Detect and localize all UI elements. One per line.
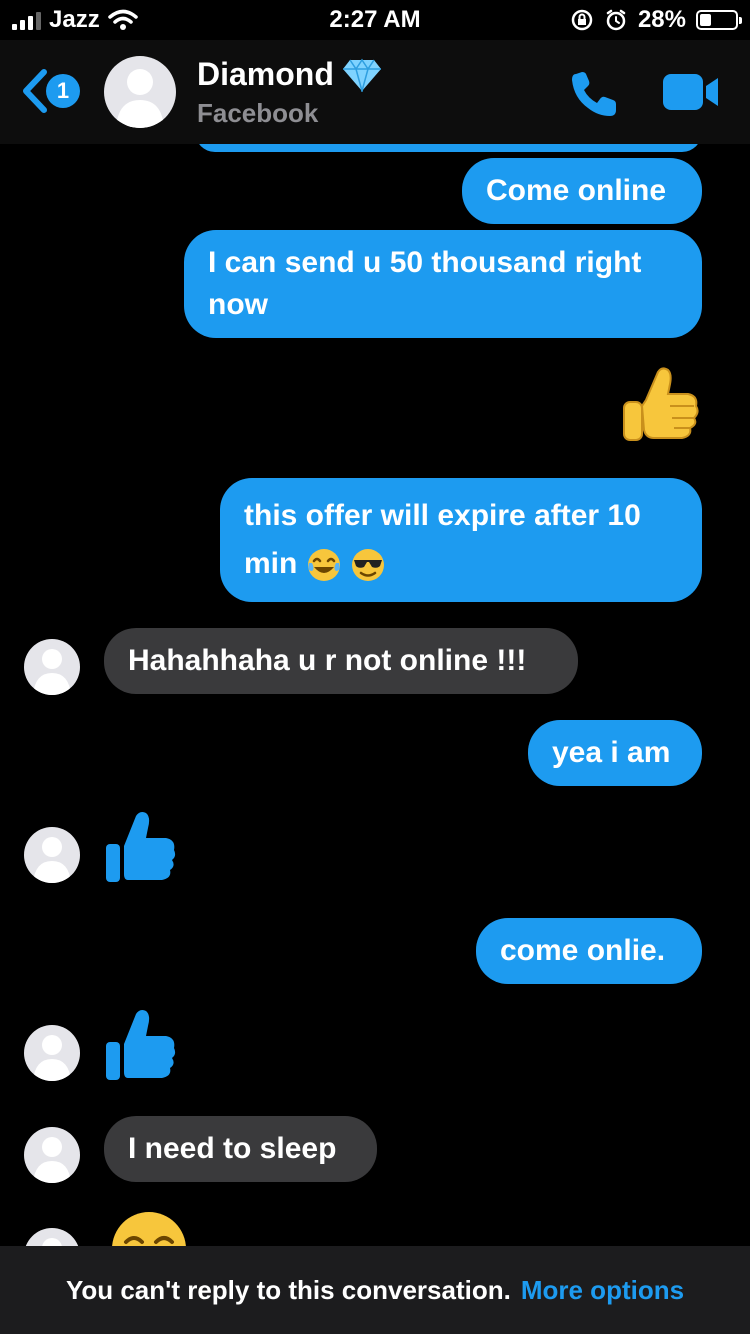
message-text: yea i am [552, 736, 671, 769]
alarm-icon [606, 9, 626, 31]
tears-of-joy-emoji-icon [307, 549, 340, 582]
battery-icon [696, 10, 742, 30]
reply-disabled-text: You can't reply to this conversation. [65, 1274, 511, 1305]
like-thumb-icon[interactable] [104, 810, 176, 884]
message-bubble-sent[interactable]: I can send u 50 thousand right now [184, 230, 702, 338]
message-bubble-received[interactable]: I need to sleep [104, 1116, 377, 1182]
video-camera-icon [663, 74, 718, 110]
conversation-header: 1 Diamond Facebook [0, 40, 750, 144]
message-bubble-received[interactable]: Hahahhaha u r not online !!! [104, 628, 578, 694]
phone-icon [572, 72, 616, 116]
message-bubble-sent[interactable]: yea i am [528, 720, 702, 786]
sunglasses-emoji-icon [352, 549, 385, 582]
avatar[interactable] [104, 56, 176, 128]
rotation-lock-icon [571, 9, 593, 31]
message-bubble-sent[interactable]: Come online [462, 158, 702, 224]
avatar[interactable] [24, 1127, 80, 1183]
status-right: 28% [570, 6, 742, 34]
contact-subtitle: Facebook [197, 98, 319, 128]
message-text: I can send u 50 thousand right now [208, 246, 642, 321]
unread-badge: 1 [46, 74, 80, 108]
message-text: this offer will expire after 10 min [244, 499, 641, 580]
avatar[interactable] [24, 827, 80, 883]
message-text: I need to sleep [128, 1132, 337, 1165]
contact-name[interactable]: Diamond [197, 56, 382, 93]
battery-percent: 28% [637, 6, 686, 33]
avatar[interactable] [24, 1025, 80, 1081]
message-bubble-sent[interactable]: come onlie. [476, 918, 702, 984]
more-options-link[interactable]: More options [521, 1275, 684, 1306]
status-bar: Jazz 2:27 AM 28% [0, 0, 750, 40]
message-text: Come online [486, 174, 667, 207]
like-thumb-icon[interactable] [104, 1008, 176, 1082]
contact-name-text: Diamond [197, 56, 334, 92]
message-text: come onlie. [500, 934, 666, 967]
voice-call-button[interactable] [568, 68, 620, 125]
thumbs-up-emoji-icon[interactable] [618, 362, 702, 446]
reply-disabled-banner: You can't reply to this conversation. Mo… [0, 1246, 750, 1334]
diamond-icon [342, 58, 381, 92]
avatar[interactable] [24, 639, 80, 695]
message-bubble-sent[interactable]: this offer will expire after 10 min [220, 478, 702, 602]
message-text: Hahahhaha u r not online !!! [128, 644, 527, 677]
video-call-button[interactable] [662, 72, 720, 117]
back-button[interactable]: 1 [18, 68, 80, 114]
